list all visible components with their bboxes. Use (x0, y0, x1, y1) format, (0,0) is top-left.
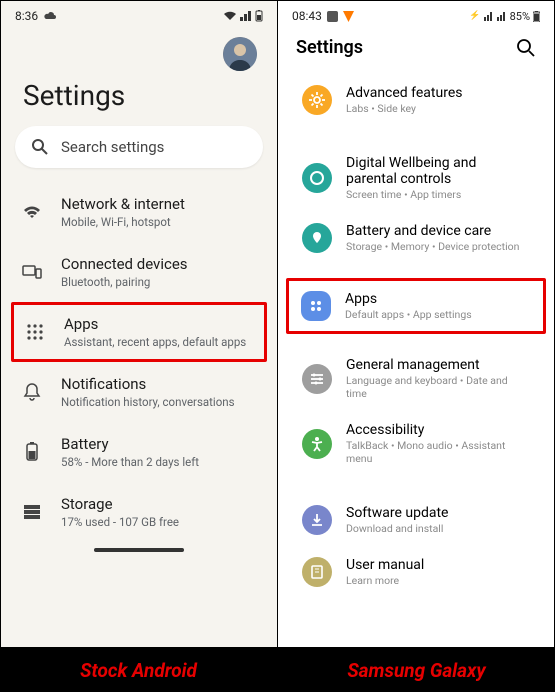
pic-icon (327, 11, 338, 22)
settings-item-battery[interactable]: Battery58% - More than 2 days left (1, 422, 277, 482)
caption-left: Stock Android (0, 648, 278, 692)
storage-icon (23, 504, 41, 520)
sliders-icon (309, 371, 325, 387)
volte-icon: ⚡ (469, 11, 480, 21)
wellbeing-icon (309, 170, 325, 186)
battery-pct: 85% (510, 10, 530, 23)
settings-item-general[interactable]: General managementLanguage and keyboard … (288, 346, 544, 411)
page-title: Settings (1, 75, 277, 126)
apps-grid-icon (26, 323, 44, 341)
settings-item-wellbeing[interactable]: Digital Wellbeing and parental controlsS… (288, 144, 544, 212)
page-title: Settings (296, 37, 363, 58)
wifi-icon (22, 204, 42, 220)
apps-icon (308, 298, 324, 314)
highlighted-apps-stock: AppsAssistant, recent apps, default apps (11, 302, 267, 362)
settings-item-notifications[interactable]: NotificationsNotification history, conve… (1, 362, 277, 422)
caption-right: Samsung Galaxy (278, 648, 555, 692)
cloud-icon (43, 11, 57, 21)
status-time: 08:43 (292, 9, 322, 23)
settings-item-accessibility[interactable]: AccessibilityTalkBack • Mono audio • Ass… (288, 411, 544, 476)
signal-icon (497, 12, 507, 21)
settings-item-software[interactable]: Software updateDownload and install (288, 494, 544, 546)
profile-avatar[interactable] (223, 37, 257, 71)
settings-item-apps[interactable]: AppsDefault apps • App settings (289, 281, 543, 331)
settings-item-storage[interactable]: Storage17% used - 107 GB free (1, 482, 277, 542)
care-icon (309, 230, 325, 246)
nav-pill[interactable] (94, 548, 184, 552)
settings-item-apps[interactable]: AppsAssistant, recent apps, default apps (14, 305, 264, 359)
search-settings[interactable]: Search settings (15, 126, 263, 168)
search-placeholder: Search settings (61, 138, 164, 156)
signal-icon (240, 11, 252, 21)
accessibility-icon (309, 436, 325, 452)
search-icon[interactable] (516, 38, 536, 58)
signal-icon (484, 12, 494, 21)
settings-item-devicecare[interactable]: Battery and device careStorage • Memory … (288, 212, 544, 264)
settings-item-manual[interactable]: User manualLearn more (288, 546, 544, 598)
book-icon (309, 564, 325, 580)
badge-icon (343, 11, 354, 22)
settings-item-advanced[interactable]: Advanced featuresLabs • Side key (288, 74, 544, 126)
status-bar: 08:43 ⚡ 85% (278, 1, 554, 27)
bell-icon (23, 382, 41, 402)
battery-icon (255, 10, 263, 22)
gear-icon (309, 92, 325, 108)
stock-android-screen: 8:36 Settings Search sett (1, 1, 277, 647)
search-icon (31, 138, 49, 156)
devices-icon (22, 264, 42, 280)
download-icon (309, 512, 325, 528)
settings-item-network[interactable]: Network & internetMobile, Wi-Fi, hotspot (1, 182, 277, 242)
battery-icon (26, 442, 38, 462)
status-bar: 8:36 (1, 1, 277, 27)
highlighted-apps-samsung: AppsDefault apps • App settings (286, 278, 546, 334)
wifi-icon (223, 11, 237, 21)
settings-item-connected[interactable]: Connected devicesBluetooth, pairing (1, 242, 277, 302)
samsung-screen: 08:43 ⚡ 85% Settings (278, 1, 554, 647)
status-time: 8:36 (15, 9, 38, 23)
battery-icon (533, 11, 540, 22)
